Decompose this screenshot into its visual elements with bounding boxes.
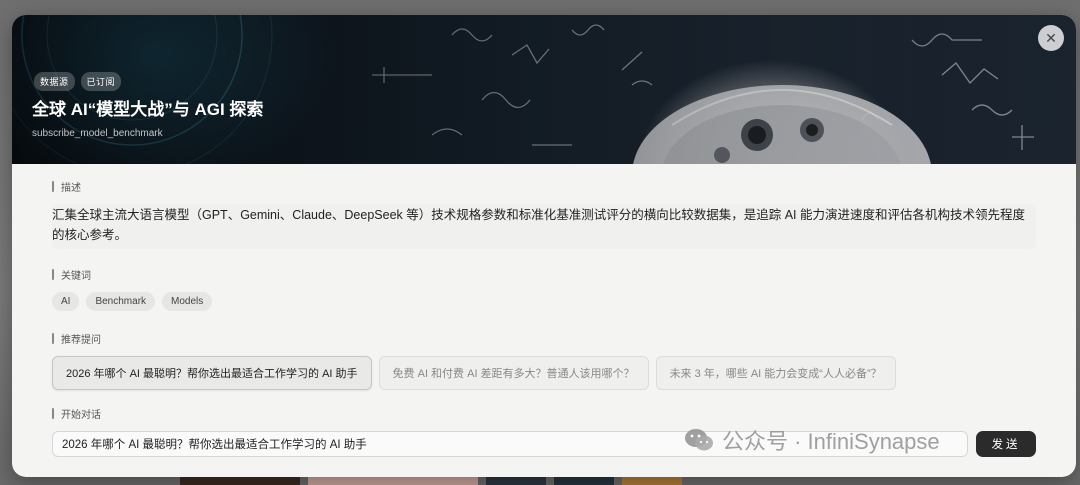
keywords-label: 关键词 — [52, 267, 1036, 282]
keyword-chip[interactable]: Models — [162, 292, 213, 311]
dataset-title: 全球 AI“模型大战”与 AGI 探索 — [32, 100, 264, 119]
dataset-id: subscribe_model_benchmark — [32, 128, 163, 139]
start-chat-label: 开始对话 — [52, 406, 1036, 421]
keyword-chip[interactable]: Benchmark — [86, 292, 156, 311]
keyword-chip[interactable]: AI — [52, 292, 80, 311]
dataset-detail-modal: 数据源 已订阅 全球 AI“模型大战”与 AGI 探索 subscribe_mo… — [12, 15, 1076, 477]
suggested-questions-label: 推荐提问 — [52, 331, 1036, 346]
description-text: 汇集全球主流大语言模型（GPT、Gemini、Claude、DeepSeek 等… — [52, 204, 1036, 249]
watermark-text: 公众号 · InfiniSynapse — [722, 429, 940, 454]
wechat-icon — [685, 429, 713, 451]
description-label: 描述 — [52, 179, 1036, 194]
watermark: 公众号 · InfiniSynapse — [684, 424, 940, 456]
keyword-list: AI Benchmark Models — [52, 292, 1036, 311]
tag-data-source: 数据源 — [34, 72, 75, 91]
close-icon: ✕ — [1045, 29, 1057, 46]
hero-overlay — [12, 15, 1076, 164]
close-button[interactable]: ✕ — [1038, 25, 1064, 51]
suggested-question-1[interactable]: 2026 年哪个 AI 最聪明？帮你选出最适合工作学习的 AI 助手 — [52, 356, 372, 390]
tag-subscribed: 已订阅 — [80, 72, 122, 91]
modal-content: 描述 汇集全球主流大语言模型（GPT、Gemini、Claude、DeepSee… — [12, 164, 1076, 457]
suggested-questions: 2026 年哪个 AI 最聪明？帮你选出最适合工作学习的 AI 助手 免费 AI… — [52, 356, 1036, 390]
dataset-tags: 数据源 已订阅 — [34, 72, 122, 91]
send-button[interactable]: 发送 — [976, 431, 1036, 457]
hero-banner: 数据源 已订阅 全球 AI“模型大战”与 AGI 探索 subscribe_mo… — [12, 15, 1076, 164]
suggested-question-2[interactable]: 免费 AI 和付费 AI 差距有多大？普通人该用哪个？ — [378, 356, 649, 390]
suggested-question-3[interactable]: 未来 3 年，哪些 AI 能力会变成“人人必备”？ — [655, 356, 896, 390]
